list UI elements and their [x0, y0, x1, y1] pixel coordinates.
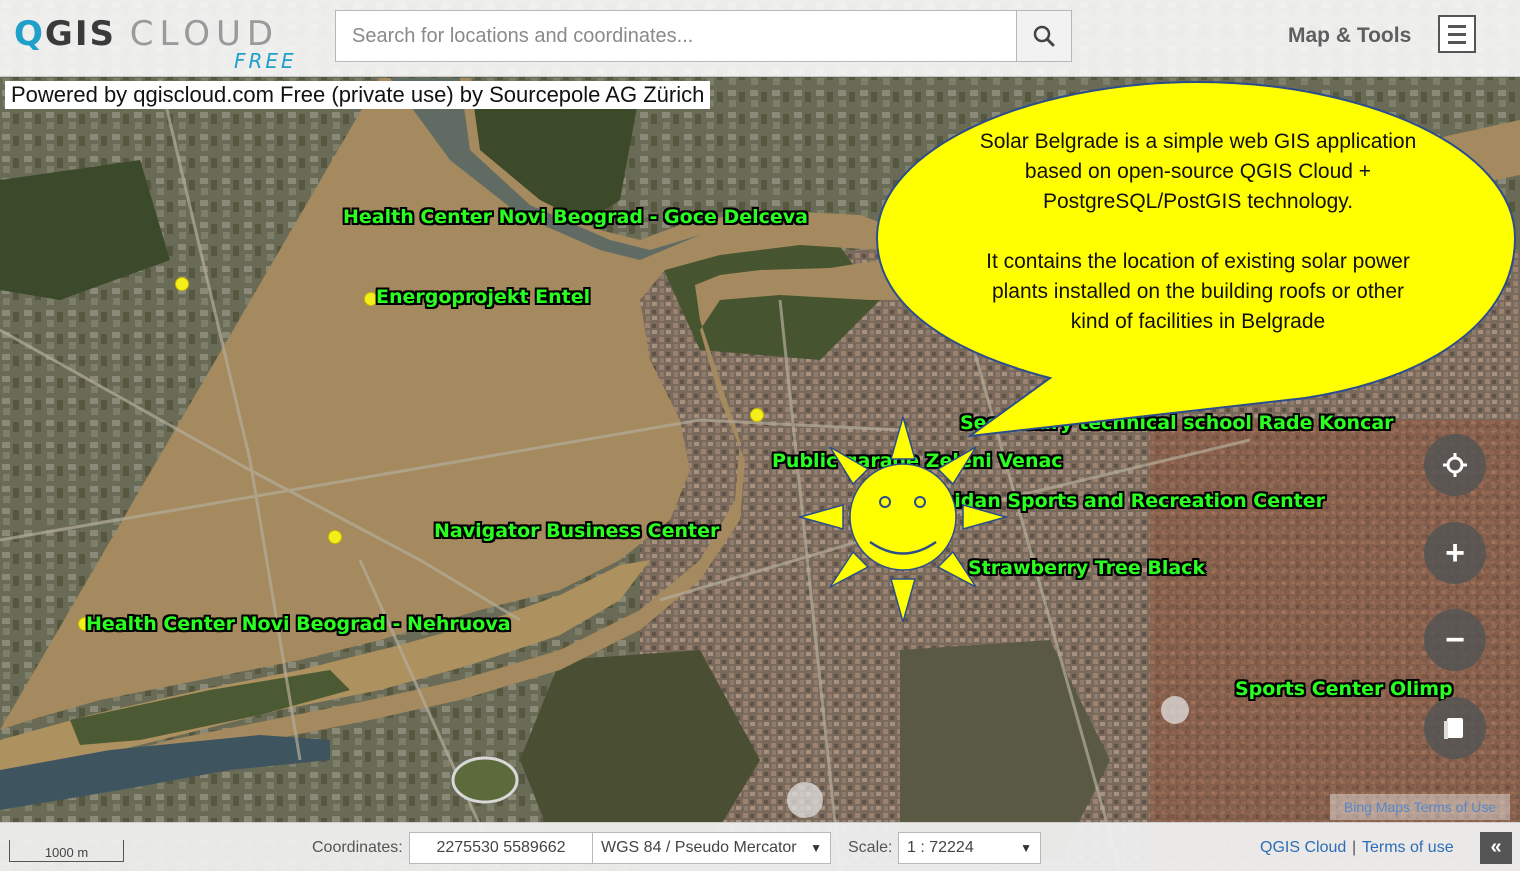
crosshair-icon — [1443, 453, 1467, 477]
qgis-cloud-link[interactable]: QGIS Cloud — [1260, 839, 1346, 857]
qgis-cloud-logo[interactable]: QGIS CLOUD FREE — [14, 14, 324, 73]
zoom-in-button[interactable]: + — [1424, 522, 1486, 584]
minus-icon: − — [1445, 621, 1465, 659]
map-label[interactable]: Energoprojekt Entel — [376, 286, 590, 308]
status-bar: 1000 m Coordinates: 2275530 5589662 WGS … — [0, 822, 1520, 871]
layers-icon — [1444, 718, 1463, 739]
coordinates-field: 2275530 5589662 — [409, 832, 593, 864]
menu-line — [1448, 40, 1466, 44]
collapse-button[interactable]: « — [1480, 832, 1512, 864]
dropdown-arrow-icon: ▼ — [1020, 841, 1032, 855]
bing-attribution-link[interactable]: Bing Maps Terms of Use — [1330, 794, 1510, 820]
scale-value: 1 : 72224 — [907, 839, 974, 856]
crs-select[interactable]: WGS 84 / Pseudo Mercator ▼ — [592, 832, 831, 864]
top-bar: QGIS CLOUD FREE Map & Tools — [0, 0, 1520, 77]
powered-by-banner: Powered by qgiscloud.com Free (private u… — [5, 81, 711, 109]
zoom-out-button[interactable]: − — [1424, 609, 1486, 671]
solar-plant-point[interactable] — [175, 277, 189, 291]
layers-button[interactable] — [1424, 697, 1486, 759]
crs-value: WGS 84 / Pseudo Mercator — [601, 839, 797, 856]
scale-select[interactable]: 1 : 72224 ▼ — [898, 832, 1041, 864]
logo-gis: GIS — [44, 14, 116, 54]
plus-icon: + — [1445, 534, 1465, 572]
solar-plant-point[interactable] — [750, 408, 764, 422]
map-label[interactable]: Health Center Novi Beograd - Nehruova — [86, 613, 511, 635]
hamburger-menu-button[interactable] — [1438, 15, 1476, 53]
dropdown-arrow-icon: ▼ — [810, 841, 822, 855]
search-button[interactable] — [1017, 10, 1072, 62]
smiling-sun-icon — [798, 417, 1008, 622]
map-label[interactable]: Health Center Novi Beograd - Goce Delcev… — [343, 206, 808, 228]
search-input[interactable] — [335, 10, 1017, 62]
callout-text: Solar Belgrade is a simple web GIS appli… — [978, 127, 1418, 337]
map-label[interactable]: Navigator Business Center — [434, 520, 719, 542]
map-label[interactable]: Sports Center Olimp — [1235, 678, 1453, 700]
solar-plant-point[interactable] — [328, 530, 342, 544]
logo-q: Q — [14, 14, 45, 54]
link-separator: | — [1352, 839, 1357, 856]
search-icon — [1033, 25, 1055, 47]
menu-line — [1448, 24, 1466, 28]
scale-bar: 1000 m — [9, 840, 124, 862]
scale-label: Scale: — [848, 839, 893, 856]
terms-of-use-link[interactable]: Terms of use — [1362, 839, 1454, 857]
app-window: Health Center Novi Beograd - Goce Delcev… — [0, 0, 1520, 871]
menu-line — [1448, 32, 1466, 36]
coordinates-label: Coordinates: — [312, 839, 403, 856]
callout-paragraph: Solar Belgrade is a simple web GIS appli… — [979, 130, 1417, 213]
logo-cloud: CLOUD — [129, 14, 280, 54]
logo-edition: FREE — [234, 49, 297, 73]
locate-button[interactable] — [1424, 434, 1486, 496]
map-tools-label[interactable]: Map & Tools — [1288, 24, 1411, 48]
callout-paragraph: It contains the location of existing sol… — [986, 250, 1410, 333]
